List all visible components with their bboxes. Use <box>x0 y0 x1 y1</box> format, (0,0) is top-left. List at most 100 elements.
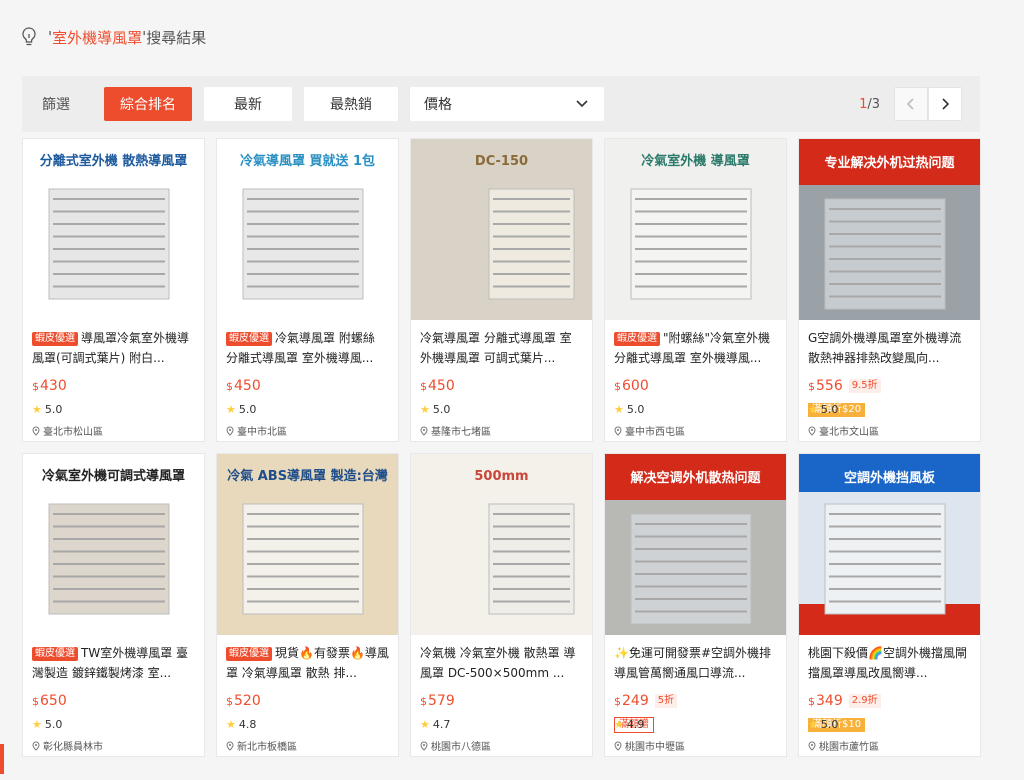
product-grid: 分離式室外機 散熱導風罩蝦皮優選 導風罩冷氣室外機導風罩(可調式葉片) 附白...… <box>22 138 982 757</box>
star-icon: ★ <box>420 718 430 731</box>
star-icon: ★ <box>32 403 42 416</box>
product-card[interactable]: 冷氣 ABS導風罩 製造:台灣蝦皮優選 現貨🔥有發票🔥導風罩 冷氣導風罩 散熱 排… <box>216 453 399 757</box>
shop-location: 臺中市北區 <box>226 423 287 438</box>
preferred-seller-badge: 蝦皮優選 <box>614 332 660 346</box>
rating-value: 5.0 <box>44 718 63 731</box>
next-page-button[interactable] <box>928 87 962 121</box>
search-result-header: ' 室外機導風罩 ' 搜尋結果 <box>20 26 206 48</box>
shop-location: 臺北市松山區 <box>32 423 103 438</box>
price-value: 430 <box>40 378 67 394</box>
product-image-caption: 冷氣 ABS導風罩 製造:台灣 <box>227 468 388 484</box>
rating-value: 5.0 <box>820 718 839 731</box>
star-icon: ★ <box>808 403 818 416</box>
product-card[interactable]: 分離式室外機 散熱導風罩蝦皮優選 導風罩冷氣室外機導風罩(可調式葉片) 附白...… <box>22 138 205 442</box>
product-card[interactable]: 专业解决外机过热问题 G空調外機導風罩室外機導流散熱神器排熱改變風向... $556… <box>798 138 981 442</box>
price-value: 579 <box>428 693 455 709</box>
product-price: $579 <box>420 693 455 709</box>
product-thumbnail[interactable]: 冷氣 ABS導風罩 製造:台灣 <box>217 454 398 635</box>
product-title[interactable]: ✨免運可開發票#空調外機排導風管萬嚮通風口導流... <box>614 643 777 683</box>
product-thumbnail[interactable]: 冷氣導風罩 買就送 1包 <box>217 139 398 320</box>
rating-value: 5.0 <box>432 403 451 416</box>
product-image-caption: 解决空调外机散热问题 <box>629 470 761 486</box>
product-image-caption: 分離式室外機 散熱導風罩 <box>40 153 188 169</box>
product-card[interactable]: 冷氣導風罩 買就送 1包蝦皮優選 冷氣導風罩 附螺絲 分離式導風罩 室外機導風..… <box>216 138 399 442</box>
product-thumbnail[interactable]: 冷氣室外機可調式導風罩 <box>23 454 204 635</box>
product-title-text: G空調外機導風罩室外機導流散熱神器排熱改變風向... <box>808 331 962 365</box>
price-sort-dropdown[interactable]: 價格 <box>410 87 604 121</box>
preferred-seller-badge: 蝦皮優選 <box>32 647 78 661</box>
currency-symbol: $ <box>420 695 427 708</box>
product-thumbnail[interactable]: 分離式室外機 散熱導風罩 <box>23 139 204 320</box>
product-thumbnail[interactable]: 冷氣室外機 導風罩 <box>605 139 786 320</box>
rating-value: 4.9 <box>626 718 645 731</box>
location-pin-icon <box>32 425 40 436</box>
product-thumbnail[interactable]: 解决空调外机散热问题 <box>605 454 786 635</box>
currency-symbol: $ <box>808 380 815 393</box>
price-value: 600 <box>622 378 649 394</box>
product-thumbnail[interactable]: DC-150 <box>411 139 592 320</box>
rating-value: 4.8 <box>238 718 257 731</box>
location-text: 桃園市中壢區 <box>625 742 685 753</box>
price-value: 249 <box>622 693 649 709</box>
product-image-caption: 冷氣室外機可調式導風罩 <box>42 468 185 484</box>
location-text: 彰化縣員林市 <box>43 742 103 753</box>
product-card[interactable]: 冷氣室外機可調式導風罩蝦皮優選 TW室外機導風罩 臺灣製造 鍍鋅鐵製烤漆 室...… <box>22 453 205 757</box>
price-value: 556 <box>816 378 843 394</box>
price-value: 650 <box>40 693 67 709</box>
product-card[interactable]: 冷氣室外機 導風罩蝦皮優選 "附螺絲"冷氣室外機 分離式導風罩 室外機導風... $… <box>604 138 787 442</box>
chevron-down-icon <box>576 100 588 108</box>
product-price: $600 <box>614 378 649 394</box>
product-rating: ★ 5.0 <box>614 403 644 416</box>
product-price: $450 <box>226 378 261 394</box>
product-image-caption: DC-150 <box>475 154 528 169</box>
product-price: $349 <box>808 693 843 709</box>
product-title[interactable]: 蝦皮優選 冷氣導風罩 附螺絲 分離式導風罩 室外機導風... <box>226 328 389 368</box>
currency-symbol: $ <box>808 695 815 708</box>
product-title[interactable]: 桃園下殺價🌈空調外機擋風閘擋風罩導風改風嚮導... <box>808 643 971 683</box>
product-rating: ★ 5.0 <box>420 403 450 416</box>
product-thumbnail[interactable]: 空調外機挡風板 <box>799 454 980 635</box>
sort-top-sales-button[interactable]: 最熱銷 <box>304 87 398 121</box>
sort-relevance-button[interactable]: 綜合排名 <box>104 87 192 121</box>
product-image: 解决空调外机散热问题 <box>605 454 786 635</box>
product-rating: ★ 4.8 <box>226 718 256 731</box>
product-image: 冷氣 ABS導風罩 製造:台灣 <box>217 454 398 635</box>
location-pin-icon <box>32 740 40 751</box>
product-card[interactable]: DC-150 冷氣導風罩 分離式導風罩 室外機導風罩 可調式葉片... $450 ★ 5… <box>410 138 593 442</box>
rating-value: 5.0 <box>238 403 257 416</box>
preferred-seller-badge: 蝦皮優選 <box>226 332 272 346</box>
shop-location: 桃園市八德區 <box>420 738 491 753</box>
currency-symbol: $ <box>32 695 39 708</box>
product-title[interactable]: 冷氣導風罩 分離式導風罩 室外機導風罩 可調式葉片... <box>420 328 583 368</box>
product-title[interactable]: G空調外機導風罩室外機導流散熱神器排熱改變風向... <box>808 328 971 368</box>
prev-page-button[interactable] <box>894 87 928 121</box>
price-value: 349 <box>816 693 843 709</box>
product-title[interactable]: 蝦皮優選 TW室外機導風罩 臺灣製造 鍍鋅鐵製烤漆 室... <box>32 643 195 683</box>
product-rating: ★ 5.0 <box>808 403 838 416</box>
product-title[interactable]: 冷氣機 冷氣室外機 散熱罩 導風罩 DC-500×500mm ... <box>420 643 583 683</box>
chevron-right-icon <box>942 98 949 110</box>
product-rating: ★ 5.0 <box>32 403 62 416</box>
product-title[interactable]: 蝦皮優選 導風罩冷氣室外機導風罩(可調式葉片) 附白... <box>32 328 195 368</box>
sort-latest-button[interactable]: 最新 <box>204 87 292 121</box>
product-image-caption: 专业解决外机过热问题 <box>824 155 955 171</box>
product-thumbnail[interactable]: 500mm <box>411 454 592 635</box>
product-rating: ★ 4.9 <box>614 718 644 731</box>
filter-label: 篩選 <box>42 97 70 113</box>
product-image: 冷氣室外機 導風罩 <box>605 139 786 320</box>
product-image: 分離式室外機 散熱導風罩 <box>23 139 204 320</box>
location-text: 臺北市文山區 <box>819 427 879 438</box>
star-icon: ★ <box>226 403 236 416</box>
location-text: 桃園市蘆竹區 <box>819 742 879 753</box>
star-icon: ★ <box>226 718 236 731</box>
product-title[interactable]: 蝦皮優選 現貨🔥有發票🔥導風罩 冷氣導風罩 散熱 排... <box>226 643 389 683</box>
location-text: 基隆市七堵區 <box>431 427 491 438</box>
location-pin-icon <box>226 425 234 436</box>
product-card[interactable]: 500mm 冷氣機 冷氣室外機 散熱罩 導風罩 DC-500×500mm ... $… <box>410 453 593 757</box>
product-title[interactable]: 蝦皮優選 "附螺絲"冷氣室外機 分離式導風罩 室外機導風... <box>614 328 777 368</box>
currency-symbol: $ <box>420 380 427 393</box>
search-result-suffix: 搜尋結果 <box>146 28 207 47</box>
product-card[interactable]: 空調外機挡風板 桃園下殺價🌈空調外機擋風閘擋風罩導風改風嚮導... $349 2.9折… <box>798 453 981 757</box>
product-thumbnail[interactable]: 专业解决外机过热问题 <box>799 139 980 320</box>
product-card[interactable]: 解决空调外机散热问题 ✨免運可開發票#空調外機排導風管萬嚮通風口導流... $249… <box>604 453 787 757</box>
